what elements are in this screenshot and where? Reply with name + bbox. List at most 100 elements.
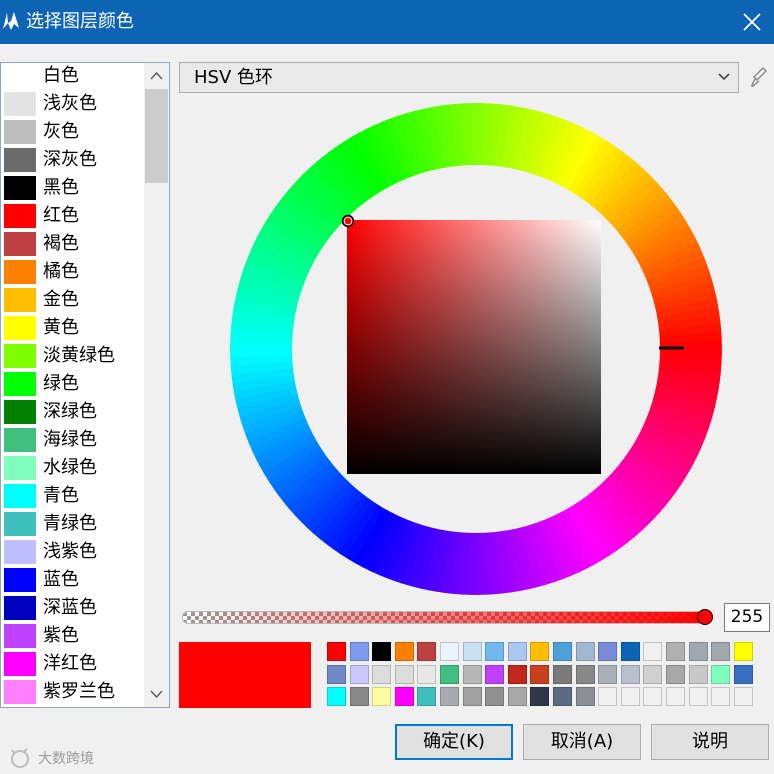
color-list-item[interactable]: 深灰色 bbox=[1, 147, 143, 175]
palette-swatch[interactable] bbox=[417, 642, 437, 661]
palette-swatch[interactable] bbox=[394, 687, 414, 706]
palette-swatch[interactable] bbox=[394, 642, 414, 661]
palette-swatch[interactable] bbox=[688, 664, 708, 684]
palette-swatch[interactable] bbox=[349, 642, 369, 661]
color-swatch bbox=[4, 64, 36, 88]
color-name-label: 水绿色 bbox=[43, 457, 97, 478]
color-list-item[interactable]: 浅灰色 bbox=[1, 91, 143, 119]
color-list-item[interactable]: 灰色 bbox=[1, 119, 143, 147]
palette-swatch[interactable] bbox=[643, 687, 663, 706]
color-list-item[interactable]: 青绿色 bbox=[1, 511, 143, 539]
color-model-value: HSV 色环 bbox=[194, 67, 273, 88]
hsv-color-wheel[interactable] bbox=[230, 103, 722, 595]
palette-swatch[interactable] bbox=[733, 642, 753, 661]
color-list[interactable]: 白色 浅灰色灰色 深灰色 黑色 红色 褐色 橘色 金色 黄色 淡黄绿色 绿色 深绿色 海绿色 水绿色青色青… bbox=[0, 62, 170, 708]
palette-swatch[interactable] bbox=[620, 687, 640, 706]
palette-swatch[interactable] bbox=[485, 642, 505, 661]
palette-swatch[interactable] bbox=[711, 664, 731, 684]
palette-swatch[interactable] bbox=[440, 664, 459, 684]
alpha-slider[interactable] bbox=[182, 611, 706, 624]
palette-swatch[interactable] bbox=[417, 664, 437, 684]
palette-swatch[interactable] bbox=[349, 664, 369, 684]
palette-swatch[interactable] bbox=[575, 664, 595, 684]
color-list-item[interactable]: 白色 bbox=[1, 63, 143, 91]
palette-swatch[interactable] bbox=[575, 687, 595, 706]
palette-swatch[interactable] bbox=[349, 687, 369, 706]
palette-swatch[interactable] bbox=[688, 687, 708, 706]
palette-swatch[interactable] bbox=[666, 687, 685, 706]
palette-swatch[interactable] bbox=[553, 664, 572, 684]
palette-swatch[interactable] bbox=[507, 664, 527, 684]
scroll-down-button[interactable] bbox=[144, 681, 169, 707]
palette-swatch[interactable] bbox=[530, 642, 550, 661]
palette-swatch[interactable] bbox=[462, 664, 482, 684]
palette-swatch[interactable] bbox=[440, 687, 459, 706]
palette-swatch[interactable] bbox=[643, 642, 663, 661]
color-list-item[interactable]: 浅紫色 bbox=[1, 539, 143, 567]
palette-swatch[interactable] bbox=[530, 664, 550, 684]
list-scrollbar[interactable] bbox=[144, 63, 169, 707]
palette-swatch[interactable] bbox=[507, 642, 527, 661]
palette-swatch[interactable] bbox=[643, 664, 663, 684]
palette-swatch[interactable] bbox=[327, 664, 346, 684]
palette-swatch[interactable] bbox=[620, 664, 640, 684]
color-list-item[interactable]: 深蓝色 bbox=[1, 595, 143, 623]
palette-swatch[interactable] bbox=[327, 687, 346, 706]
palette-swatch[interactable] bbox=[688, 642, 708, 661]
color-list-item[interactable]: 紫色 bbox=[1, 623, 143, 651]
palette-swatch[interactable] bbox=[372, 687, 392, 706]
palette-swatch[interactable] bbox=[553, 642, 572, 661]
palette-swatch[interactable] bbox=[462, 642, 482, 661]
palette-swatch[interactable] bbox=[733, 687, 753, 706]
color-name-label: 浅灰色 bbox=[43, 93, 97, 114]
scroll-thumb[interactable] bbox=[145, 89, 168, 183]
color-list-item[interactable]: 水绿色 bbox=[1, 455, 143, 483]
color-list-item[interactable]: 褐色 bbox=[1, 231, 143, 259]
palette-swatch[interactable] bbox=[598, 642, 618, 661]
ok-button[interactable]: 确定(K) bbox=[395, 724, 513, 760]
color-list-item[interactable]: 黑色 bbox=[1, 175, 143, 203]
scroll-up-button[interactable] bbox=[144, 63, 169, 89]
palette-swatch[interactable] bbox=[553, 687, 572, 706]
color-model-dropdown[interactable]: HSV 色环 bbox=[179, 62, 739, 93]
palette-swatch[interactable] bbox=[733, 664, 753, 684]
palette-swatch[interactable] bbox=[598, 664, 618, 684]
cancel-button[interactable]: 取消(A) bbox=[523, 724, 641, 760]
palette-swatch[interactable] bbox=[372, 664, 392, 684]
alpha-slider-handle[interactable] bbox=[697, 609, 713, 625]
palette-swatch[interactable] bbox=[507, 687, 527, 706]
color-list-item[interactable]: 海绿色 bbox=[1, 427, 143, 455]
palette-swatch[interactable] bbox=[327, 642, 346, 661]
palette-swatch[interactable] bbox=[485, 687, 505, 706]
eyedropper-icon[interactable] bbox=[750, 66, 768, 88]
help-button[interactable]: 说明 bbox=[651, 724, 769, 760]
palette-swatch[interactable] bbox=[711, 687, 731, 706]
palette-swatch[interactable] bbox=[575, 642, 595, 661]
color-list-item[interactable]: 青色 bbox=[1, 483, 143, 511]
color-list-item[interactable]: 红色 bbox=[1, 203, 143, 231]
watermark: 大数跨境 bbox=[8, 748, 108, 770]
color-list-item[interactable]: 淡黄绿色 bbox=[1, 343, 143, 371]
palette-swatch[interactable] bbox=[417, 687, 437, 706]
palette-swatch[interactable] bbox=[530, 687, 550, 706]
palette-swatch[interactable] bbox=[485, 664, 505, 684]
palette-swatch[interactable] bbox=[394, 664, 414, 684]
palette-swatch[interactable] bbox=[711, 642, 731, 661]
palette-swatch[interactable] bbox=[666, 664, 685, 684]
palette-swatch[interactable] bbox=[372, 642, 392, 661]
color-list-item[interactable]: 金色 bbox=[1, 287, 143, 315]
palette-swatch[interactable] bbox=[462, 687, 482, 706]
alpha-value-field[interactable]: 255 bbox=[724, 603, 770, 632]
palette-swatch[interactable] bbox=[598, 687, 618, 706]
palette-swatch[interactable] bbox=[620, 642, 640, 661]
close-button[interactable] bbox=[730, 0, 774, 44]
color-list-item[interactable]: 深绿色 bbox=[1, 399, 143, 427]
color-list-item[interactable]: 洋红色 bbox=[1, 651, 143, 679]
color-list-item[interactable]: 绿色 bbox=[1, 371, 143, 399]
color-list-item[interactable]: 橘色 bbox=[1, 259, 143, 287]
color-list-item[interactable]: 紫罗兰色 bbox=[1, 679, 143, 707]
color-list-item[interactable]: 蓝色 bbox=[1, 567, 143, 595]
palette-swatch[interactable] bbox=[440, 642, 459, 661]
palette-swatch[interactable] bbox=[666, 642, 685, 661]
color-list-item[interactable]: 黄色 bbox=[1, 315, 143, 343]
